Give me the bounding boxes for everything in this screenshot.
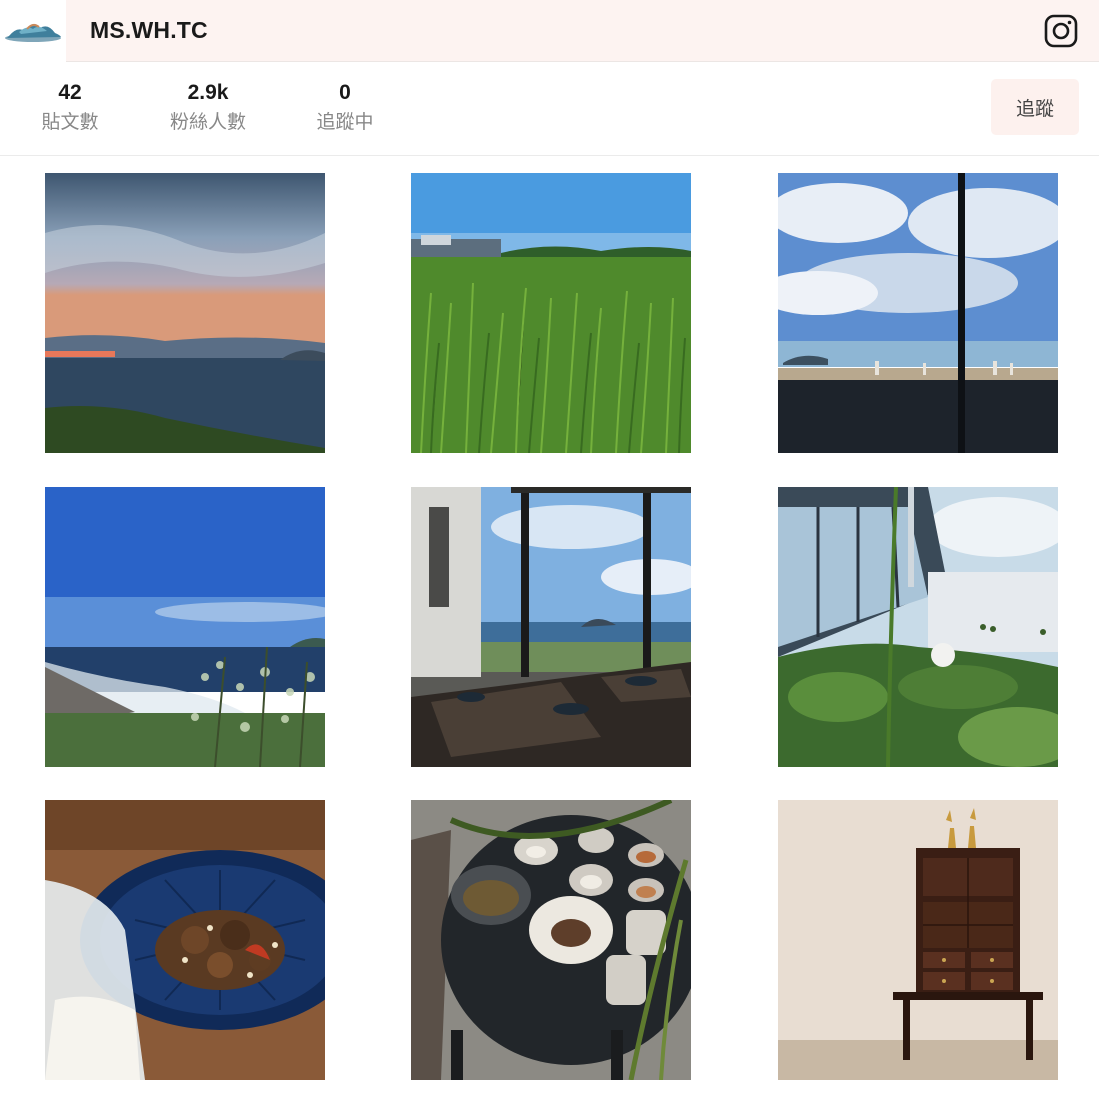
stat-posts-label: 貼文數 — [41, 111, 99, 133]
garden-building-photo — [778, 487, 1058, 767]
post-tile[interactable] — [411, 800, 691, 1080]
tasting-plates-table-photo — [411, 800, 691, 1080]
stat-posts[interactable]: 42 貼文數 — [15, 80, 125, 137]
posts-grid — [0, 156, 1099, 1115]
profile-username: MS.WH.TC — [90, 17, 208, 43]
post-tile[interactable] — [778, 487, 1058, 767]
rice-field-photo — [411, 173, 691, 453]
instagram-icon — [1044, 14, 1078, 48]
stat-followers[interactable]: 2.9k 粉絲人數 — [153, 80, 263, 137]
stat-following[interactable]: 0 追蹤中 — [290, 80, 400, 137]
follow-button[interactable]: 追蹤 — [991, 79, 1079, 135]
profile-header: MS.WH.TC — [0, 0, 1099, 62]
sunset-seascape-photo — [45, 173, 325, 453]
stat-followers-value: 2.9k — [187, 81, 229, 104]
wooden-cabinet-photo — [778, 800, 1058, 1080]
cloud-landscape-logo-icon — [5, 23, 61, 42]
coastline-blue-sky-photo — [45, 487, 325, 767]
post-tile[interactable] — [411, 173, 691, 453]
post-tile[interactable] — [45, 487, 325, 767]
instagram-link[interactable] — [1043, 13, 1079, 49]
post-tile[interactable] — [45, 800, 325, 1080]
stat-followers-label: 粉絲人數 — [169, 111, 246, 133]
stir-fry-dish-photo — [45, 800, 325, 1080]
stat-following-label: 追蹤中 — [316, 111, 374, 133]
stat-following-value: 0 — [339, 81, 351, 104]
post-tile[interactable] — [778, 173, 1058, 453]
logo[interactable] — [0, 0, 66, 62]
window-sea-view-photo — [778, 173, 1058, 453]
post-tile[interactable] — [45, 173, 325, 453]
post-tile[interactable] — [411, 487, 691, 767]
profile-stats: 42 貼文數 2.9k 粉絲人數 0 追蹤中 追蹤 — [0, 62, 1099, 156]
post-tile[interactable] — [778, 800, 1058, 1080]
restaurant-sea-view-photo — [411, 487, 691, 767]
stat-posts-value: 42 — [58, 81, 82, 104]
